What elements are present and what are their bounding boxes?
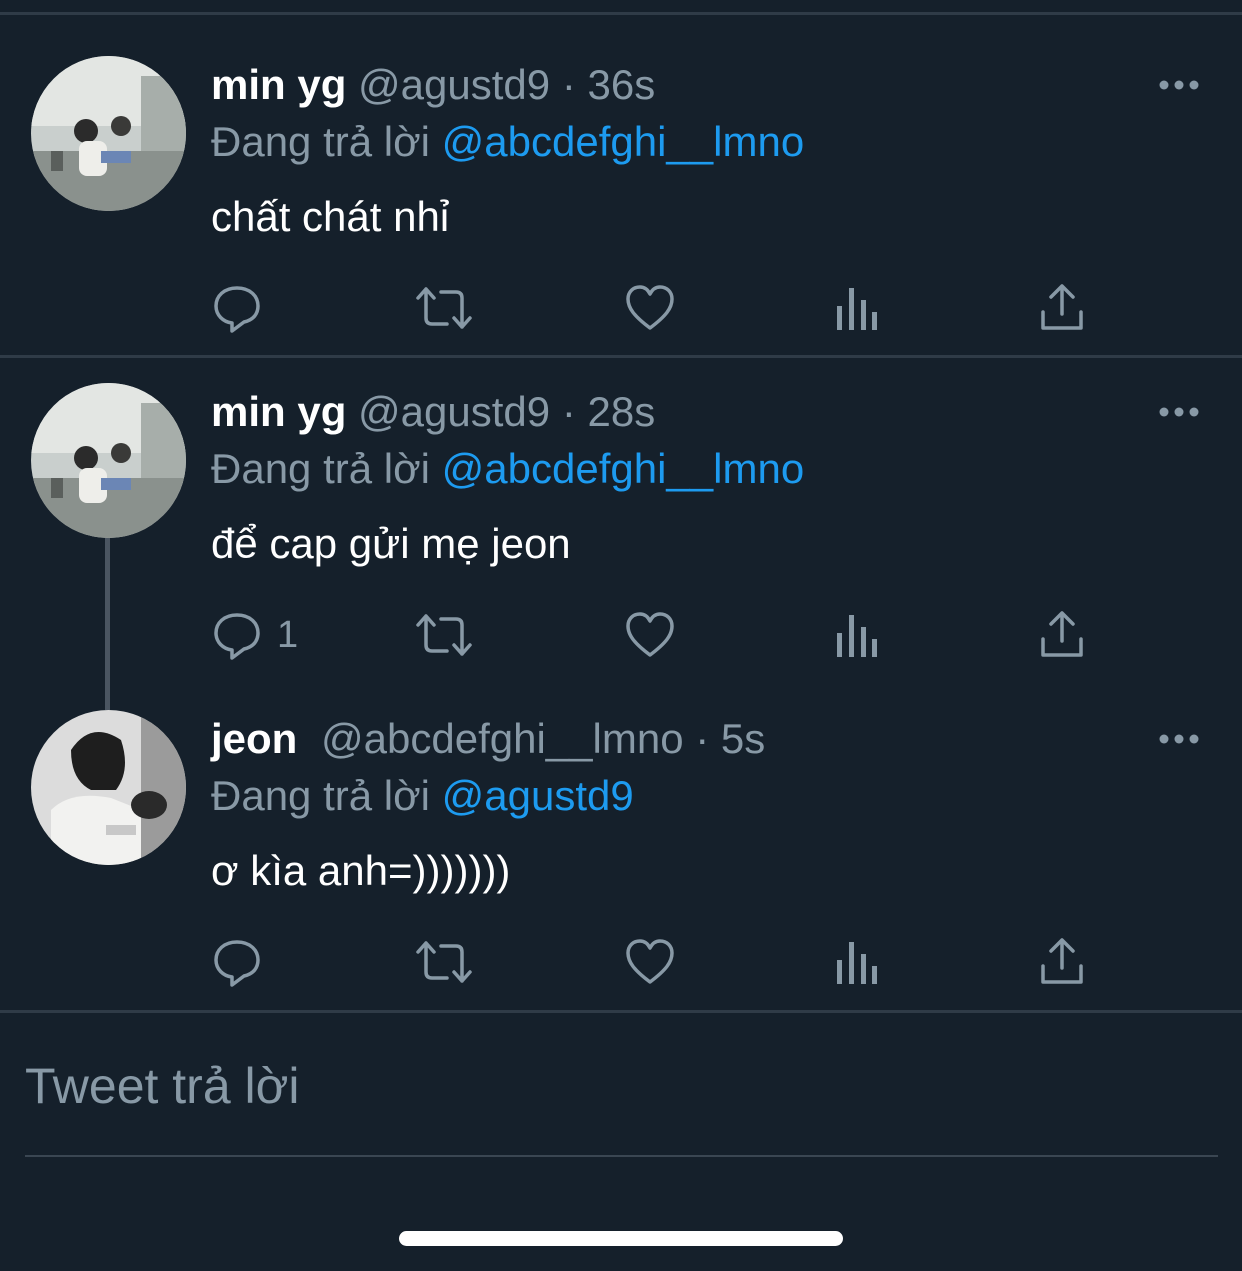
replying-to-label: Đang trả lời <box>211 118 430 165</box>
share-button[interactable] <box>1040 936 1084 988</box>
user-handle[interactable]: @agustd9 <box>358 61 550 108</box>
tweet-text: để cap gửi mẹ jeon <box>211 520 571 567</box>
like-button[interactable] <box>624 282 676 334</box>
tweet-text: ơ kìa anh=))))))) <box>211 847 511 894</box>
like-icon <box>626 285 674 330</box>
analytics-button[interactable] <box>835 609 879 661</box>
retweet-button[interactable] <box>414 609 474 661</box>
mention-link[interactable]: @abcdefghi__lmno <box>442 118 805 165</box>
timestamp[interactable]: 5s <box>721 715 765 762</box>
replying-to-label: Đang trả lời <box>211 772 430 819</box>
like-button[interactable] <box>624 936 676 988</box>
display-name[interactable]: jeon <box>211 715 297 762</box>
reply-button[interactable] <box>211 936 277 988</box>
retweet-icon <box>416 614 472 656</box>
retweet-icon <box>416 287 472 329</box>
replying-to: Đang trả lời @abcdefghi__lmno <box>211 445 804 493</box>
analytics-button[interactable] <box>835 282 879 334</box>
analytics-icon <box>837 288 877 330</box>
home-indicator[interactable] <box>399 1231 843 1246</box>
analytics-icon <box>837 615 877 657</box>
mention-link[interactable]: @abcdefghi__lmno <box>442 445 805 492</box>
analytics-button[interactable] <box>835 936 879 988</box>
reply-icon <box>214 286 260 333</box>
display-name[interactable]: min yg <box>211 61 346 108</box>
tweet-text: chất chát nhỉ <box>211 193 450 240</box>
user-handle[interactable]: @agustd9 <box>358 388 550 435</box>
composer-divider <box>0 1010 1242 1013</box>
retweet-button[interactable] <box>414 282 474 334</box>
share-icon <box>1041 938 1083 984</box>
reply-icon <box>214 613 260 660</box>
separator-dot: · <box>561 388 576 435</box>
share-icon <box>1041 284 1083 330</box>
replying-to: Đang trả lời @agustd9 <box>211 772 634 820</box>
thread-connector <box>105 538 110 710</box>
action-bar: 1 <box>211 609 1111 661</box>
reply-icon <box>214 940 260 987</box>
mention-link[interactable]: @agustd9 <box>442 772 634 819</box>
share-icon <box>1041 611 1083 657</box>
replying-to: Đang trả lời @abcdefghi__lmno <box>211 118 804 166</box>
avatar-min-yg[interactable] <box>31 383 186 538</box>
display-name[interactable]: min yg <box>211 388 346 435</box>
avatar-jeon[interactable] <box>31 710 186 865</box>
user-handle[interactable]: @abcdefghi__lmno <box>321 715 684 762</box>
tweet-divider <box>0 355 1242 358</box>
composer-underline <box>25 1155 1218 1157</box>
replying-to-label: Đang trả lời <box>211 445 430 492</box>
share-button[interactable] <box>1040 609 1084 661</box>
more-icon[interactable] <box>1158 79 1200 91</box>
top-divider <box>0 12 1242 15</box>
reply-button[interactable] <box>211 282 277 334</box>
reply-button[interactable]: 1 <box>211 609 298 661</box>
action-bar <box>211 282 1111 334</box>
retweet-button[interactable] <box>414 936 474 988</box>
reply-composer-input[interactable]: Tweet trả lời <box>25 1056 1218 1116</box>
tweet-header: min yg @agustd9 · 28s <box>211 388 655 436</box>
like-icon <box>626 612 674 657</box>
tweet-header: jeon @abcdefghi__lmno · 5s <box>211 715 765 763</box>
like-button[interactable] <box>624 609 676 661</box>
timestamp[interactable]: 28s <box>587 388 655 435</box>
like-icon <box>626 939 674 984</box>
separator-dot: · <box>561 61 576 108</box>
more-icon[interactable] <box>1158 733 1200 745</box>
reply-count: 1 <box>277 613 299 656</box>
more-icon[interactable] <box>1158 406 1200 418</box>
share-button[interactable] <box>1040 282 1084 334</box>
timestamp[interactable]: 36s <box>587 61 655 108</box>
analytics-icon <box>837 942 877 984</box>
action-bar <box>211 936 1111 988</box>
separator-dot: · <box>695 715 710 762</box>
retweet-icon <box>416 941 472 983</box>
avatar-min-yg[interactable] <box>31 56 186 211</box>
tweet-header: min yg @agustd9 · 36s <box>211 61 655 109</box>
